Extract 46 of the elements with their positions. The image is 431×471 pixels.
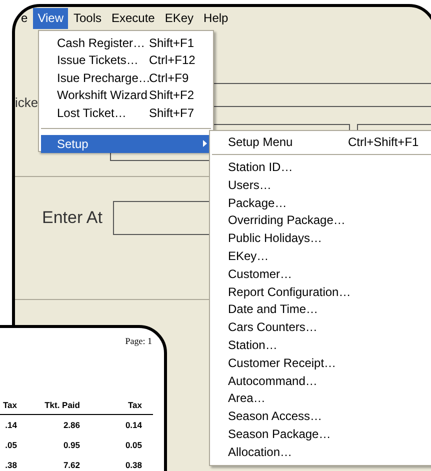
table-cell-text: .05 <box>4 438 17 452</box>
menu-item[interactable]: EKey… <box>210 248 431 266</box>
menu-item[interactable]: Cars Counters… <box>210 319 431 337</box>
menu-item[interactable]: Date and Time… <box>210 301 431 320</box>
menu-item[interactable]: Station ID… <box>210 159 431 177</box>
menu-bar-item[interactable]: Tools <box>68 8 106 28</box>
ticket-label: icke <box>15 94 38 112</box>
menu-item[interactable]: Setup Menu Ctrl+Shift+F1 <box>210 133 431 151</box>
table-cell-text: 7.62 <box>62 458 81 471</box>
menu-bar-item[interactable]: Help <box>198 8 234 28</box>
column-header: Tkt. Paid <box>44 398 81 412</box>
menu-item[interactable]: Season Access… <box>210 408 431 426</box>
menu-item[interactable]: Workshift Wizard Shift+F2 <box>41 86 211 104</box>
menu-bar-item[interactable]: EKey <box>160 8 199 28</box>
menu-item[interactable]: Overriding Package… <box>210 212 431 230</box>
enter-at-label: Enter At <box>42 207 102 230</box>
column-header: Tax <box>126 398 142 412</box>
menu-item[interactable]: Season Package… <box>210 426 431 444</box>
table-cell-text: 0.38 <box>124 458 142 471</box>
menu-item[interactable]: Issue Tickets… Ctrl+F12 <box>41 52 211 69</box>
menu-item[interactable]: Public Holidays… <box>210 230 431 248</box>
menu-item[interactable]: Users… <box>210 176 431 195</box>
menu-item[interactable]: Customer… <box>210 266 431 284</box>
table-cell-text: .14 <box>4 418 17 432</box>
menu-item[interactable]: Lost Ticket… Shift+F7 <box>41 104 211 122</box>
menu-item[interactable]: Area… <box>210 390 431 408</box>
menu-item[interactable]: Report Configuration… <box>210 284 431 302</box>
table-cell-text: 0.14 <box>124 418 142 432</box>
menu-item[interactable]: Isue Precharge…Ctrl+F9 <box>41 69 211 86</box>
submenu-arrow-icon <box>203 140 207 147</box>
menu-item[interactable]: Allocation… <box>210 444 431 462</box>
menu-item[interactable]: Customer Receipt… <box>210 354 431 373</box>
table-cell-text: .38 <box>4 458 17 471</box>
table-cell-text: 0.05 <box>124 438 142 452</box>
menu-bar-item[interactable]: Execute <box>106 8 160 28</box>
menu-bar-item[interactable]: e <box>16 8 33 28</box>
menu-item[interactable]: Setup <box>41 134 211 152</box>
menu-item[interactable]: Station… <box>210 336 431 355</box>
column-header: Tax <box>2 398 17 412</box>
menu-item[interactable]: Autocommand… <box>210 372 431 390</box>
page-number: Page: 1 <box>125 335 152 348</box>
table-cell-text: 0.95 <box>62 438 81 452</box>
menu-bar-item[interactable]: View <box>32 8 68 28</box>
table-cell-text: 2.86 <box>62 418 81 432</box>
menu-item[interactable]: Package… <box>210 194 431 212</box>
menu-item[interactable]: Cash Register… Shift+F1 <box>41 34 211 52</box>
